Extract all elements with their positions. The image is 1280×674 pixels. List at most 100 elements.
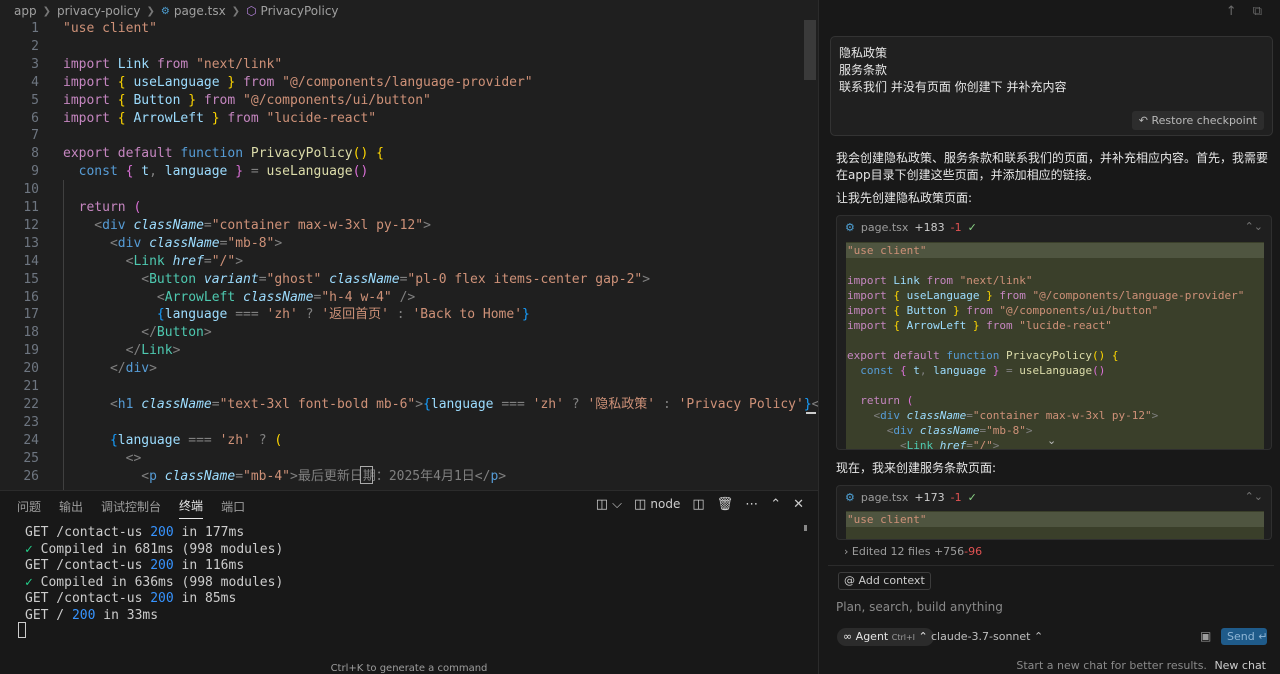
scroll-up-icon[interactable]: ↑ xyxy=(1226,4,1237,19)
expand-collapse-icon[interactable]: ⌃⌄ xyxy=(1245,490,1263,503)
terminal-output[interactable]: GET /contact-us 200 in 177ms ✓ Compiled i… xyxy=(25,525,283,625)
line-number[interactable]: 14 xyxy=(0,253,39,271)
line-number[interactable]: 2 xyxy=(0,38,39,56)
line-number[interactable]: 13 xyxy=(0,235,39,253)
line-number[interactable]: 19 xyxy=(0,342,39,360)
new-chat-link[interactable]: New chat xyxy=(1214,659,1266,672)
code-line[interactable]: 2 xyxy=(0,38,818,56)
code-line[interactable]: 13 <div className="mb-8"> xyxy=(0,235,818,253)
code-line[interactable]: 21 xyxy=(0,378,818,396)
breadcrumb-item-folder[interactable]: privacy-policy xyxy=(57,4,140,18)
more-actions-icon[interactable]: ⋯ xyxy=(745,497,758,512)
code-line-text: <ArrowLeft className="h-4 w-4" /> xyxy=(63,289,416,305)
line-number[interactable]: 24 xyxy=(0,432,39,450)
code-line[interactable]: 4 import { useLanguage } from "@/componen… xyxy=(0,74,818,92)
tab-problems[interactable]: 问题 xyxy=(17,494,41,519)
image-upload-icon[interactable]: ▣ xyxy=(1200,629,1211,643)
tab-output[interactable]: 输出 xyxy=(59,494,83,519)
code-line[interactable]: 6 import { ArrowLeft } from "lucide-react… xyxy=(0,110,818,128)
editor-scrollbar-thumb[interactable] xyxy=(804,20,816,80)
code-line[interactable]: 25 <> xyxy=(0,450,818,468)
line-number[interactable]: 15 xyxy=(0,271,39,289)
code-line-text: import { useLanguage } from "@/component… xyxy=(63,74,533,90)
code-line[interactable]: 24 {language === 'zh' ? ( xyxy=(0,432,818,450)
code-line-text: </Link> xyxy=(63,343,181,359)
diff-header: ⚙ page.tsx +173 -1 ✓ xyxy=(845,491,977,504)
code-line[interactable]: 17 {language === 'zh' ? '返回首页' : 'Back t… xyxy=(0,306,818,324)
line-number[interactable]: 4 xyxy=(0,74,39,92)
line-number[interactable]: 20 xyxy=(0,360,39,378)
line-number[interactable]: 3 xyxy=(0,56,39,74)
send-button[interactable]: Send ↵ xyxy=(1221,628,1267,645)
edited-files-summary[interactable]: › Edited 12 files +756-96 xyxy=(844,545,982,558)
user-message[interactable]: 隐私政策 服务条款 联系我们 并没有页面 你创建下 并补充内容 ↶ Restor… xyxy=(830,36,1273,136)
add-context-button[interactable]: @ Add context xyxy=(838,572,931,590)
model-selector[interactable]: claude-3.7-sonnet ⌃ xyxy=(931,628,1043,646)
line-number[interactable]: 21 xyxy=(0,378,39,396)
line-number[interactable]: 22 xyxy=(0,396,39,414)
tab-ports[interactable]: 端口 xyxy=(221,494,245,519)
copy-icon[interactable]: ⧉ xyxy=(1253,4,1262,19)
diff-header: ⚙ page.tsx +183 -1 ✓ xyxy=(845,221,977,234)
line-number[interactable]: 16 xyxy=(0,289,39,307)
line-number[interactable]: 5 xyxy=(0,92,39,110)
line-number[interactable]: 18 xyxy=(0,324,39,342)
code-line[interactable]: 1 "use client" xyxy=(0,20,818,38)
code-line[interactable]: 22 <h1 className="text-3xl font-bold mb-… xyxy=(0,396,818,414)
code-area[interactable]: 1 "use client" 2 3 import Link from "next/li… xyxy=(0,19,818,490)
code-line[interactable]: 26 <p className="mb-4">最后更新日期：2025年4月1日<… xyxy=(0,468,818,486)
line-number[interactable]: 12 xyxy=(0,217,39,235)
close-panel-icon[interactable]: ✕ xyxy=(793,497,804,512)
line-number[interactable]: 17 xyxy=(0,306,39,324)
line-number[interactable]: 8 xyxy=(0,145,39,163)
line-number[interactable]: 6 xyxy=(0,110,39,128)
split-terminal-dropdown-icon[interactable]: ◫ ⌵ xyxy=(596,497,622,512)
code-line[interactable]: 3 import Link from "next/link" xyxy=(0,56,818,74)
code-line[interactable]: 18 </Button> xyxy=(0,324,818,342)
code-line[interactable]: 11 return ( xyxy=(0,199,818,217)
trash-icon[interactable]: 🗑 xyxy=(717,497,734,512)
maximize-panel-icon[interactable]: ⌃ xyxy=(770,497,781,512)
breadcrumb-item-symbol[interactable]: PrivacyPolicy xyxy=(261,4,339,18)
chevron-down-icon[interactable]: ⌄ xyxy=(1047,434,1056,447)
code-line[interactable]: 16 <ArrowLeft className="h-4 w-4" /> xyxy=(0,289,818,307)
diff-file-name: page.tsx xyxy=(860,221,909,234)
code-diff-card[interactable]: ⚙ page.tsx +173 -1 ✓ ⌃⌄ "use client" xyxy=(836,485,1272,540)
line-number[interactable]: 23 xyxy=(0,414,39,432)
line-number[interactable]: 11 xyxy=(0,199,39,217)
chat-composer: @ Add context ∞ Agent Ctrl+I ⌃ claude-3.… xyxy=(828,565,1274,650)
line-number[interactable]: 25 xyxy=(0,450,39,468)
breadcrumb-item-app[interactable]: app xyxy=(14,4,37,18)
code-line[interactable]: 19 </Link> xyxy=(0,342,818,360)
tab-debug-console[interactable]: 调试控制台 xyxy=(101,494,161,519)
code-line[interactable]: 8 export default function PrivacyPolicy()… xyxy=(0,145,818,163)
line-number[interactable]: 10 xyxy=(0,181,39,199)
code-line-text: <div className="mb-8"> xyxy=(63,235,283,251)
split-editor-icon[interactable]: ◫ xyxy=(692,497,704,512)
code-line[interactable]: 12 <div className="container max-w-3xl p… xyxy=(0,217,818,235)
code-line[interactable]: 15 <Button variant="ghost" className="pl… xyxy=(0,271,818,289)
expand-collapse-icon[interactable]: ⌃⌄ xyxy=(1245,220,1263,233)
chat-input[interactable] xyxy=(836,597,1216,617)
line-number[interactable]: 7 xyxy=(0,127,39,145)
agent-mode-selector[interactable]: ∞ Agent Ctrl+I ⌃ xyxy=(837,628,934,646)
code-line[interactable]: 10 xyxy=(0,181,818,199)
code-line[interactable]: 14 <Link href="/"> xyxy=(0,253,818,271)
code-line[interactable]: 5 import { Button } from "@/components/ui… xyxy=(0,92,818,110)
code-line[interactable]: 7 xyxy=(0,127,818,145)
code-line[interactable]: 9 const { t, language } = useLanguage() xyxy=(0,163,818,181)
terminal-shell-selector[interactable]: ◫ node xyxy=(634,497,680,512)
line-number[interactable]: 9 xyxy=(0,163,39,181)
code-line[interactable]: 20 </div> xyxy=(0,360,818,378)
breadcrumb-item-file[interactable]: page.tsx xyxy=(174,4,226,18)
code-line[interactable]: 23 xyxy=(0,414,818,432)
line-number[interactable]: 1 xyxy=(0,20,39,38)
code-diff-card[interactable]: ⚙ page.tsx +183 -1 ✓ ⌃⌄ "use client" impo… xyxy=(836,215,1272,450)
terminal-icon: ◫ xyxy=(633,497,647,512)
restore-checkpoint-button[interactable]: ↶ Restore checkpoint xyxy=(1131,111,1264,130)
code-editor[interactable]: app ❯ privacy-policy ❯ ⚙ page.tsx ❯ ⬡ Pr… xyxy=(0,0,818,490)
add-context-label: Add context xyxy=(858,574,925,587)
line-number[interactable]: 26 xyxy=(0,468,39,486)
checkmark-icon: ✓ xyxy=(25,574,41,590)
tab-terminal[interactable]: 终端 xyxy=(179,493,204,519)
